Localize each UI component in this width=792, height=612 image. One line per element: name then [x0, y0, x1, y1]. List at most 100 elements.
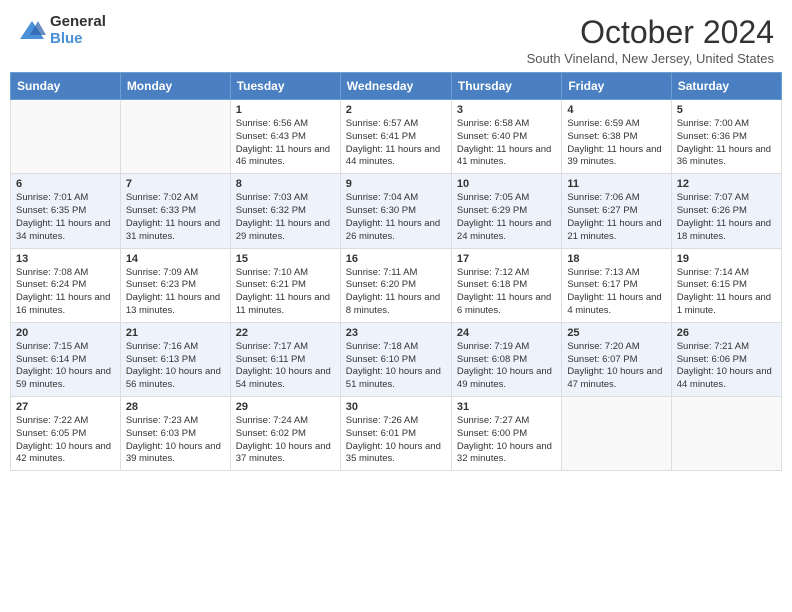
calendar-cell: 23 Sunrise: 7:18 AMSunset: 6:10 PMDayligh… [340, 322, 451, 396]
calendar-cell: 5Sunrise: 7:00 AMSunset: 6:36 PMDaylight… [671, 100, 781, 174]
day-number: 11 [567, 178, 665, 190]
day-number: 2 [346, 104, 446, 116]
day-number: 15 [236, 253, 335, 265]
weekday-header-thursday: Thursday [451, 73, 561, 100]
day-number: 3 [457, 104, 556, 116]
calendar-container: SundayMondayTuesdayWednesdayThursdayFrid… [0, 72, 792, 481]
day-number: 4 [567, 104, 665, 116]
day-number: 28 [126, 401, 225, 413]
weekday-header-monday: Monday [120, 73, 230, 100]
day-number: 22 [236, 327, 335, 339]
day-number: 30 [346, 401, 446, 413]
day-number: 10 [457, 178, 556, 190]
title-block: October 2024 South Vineland, New Jersey,… [527, 14, 774, 66]
logo-general: General [50, 14, 106, 31]
cell-info: Sunrise: 6:56 AMSunset: 6:43 PMDaylight:… [236, 118, 330, 167]
calendar-cell: 29 Sunrise: 7:24 AMSunset: 6:02 PMDayligh… [230, 397, 340, 471]
cell-info: Sunrise: 7:19 AMSunset: 6:08 PMDaylight:… [457, 341, 552, 390]
cell-info: Sunrise: 7:15 AMSunset: 6:14 PMDaylight:… [16, 341, 111, 390]
day-number: 23 [346, 327, 446, 339]
weekday-header-tuesday: Tuesday [230, 73, 340, 100]
day-number: 25 [567, 327, 665, 339]
calendar-cell: 1 Sunrise: 6:56 AMSunset: 6:43 PMDaylight… [230, 100, 340, 174]
cell-info: Sunrise: 7:00 AMSunset: 6:36 PMDaylight:… [677, 118, 771, 167]
cell-info: Sunrise: 7:11 AMSunset: 6:20 PMDaylight:… [346, 267, 440, 316]
day-number: 13 [16, 253, 115, 265]
day-number: 1 [236, 104, 335, 116]
week-row-2: 6Sunrise: 7:01 AMSunset: 6:35 PMDaylight… [11, 174, 782, 248]
calendar-cell: 12Sunrise: 7:07 AMSunset: 6:26 PMDayligh… [671, 174, 781, 248]
cell-info: Sunrise: 6:57 AMSunset: 6:41 PMDaylight:… [346, 118, 440, 167]
calendar-cell: 16 Sunrise: 7:11 AMSunset: 6:20 PMDayligh… [340, 248, 451, 322]
cell-info: Sunrise: 7:24 AMSunset: 6:02 PMDaylight:… [236, 415, 331, 464]
calendar-cell [120, 100, 230, 174]
day-number: 17 [457, 253, 556, 265]
day-number: 6 [16, 178, 115, 190]
day-number: 7 [126, 178, 225, 190]
calendar-cell: 8 Sunrise: 7:03 AMSunset: 6:32 PMDaylight… [230, 174, 340, 248]
cell-info: Sunrise: 7:10 AMSunset: 6:21 PMDaylight:… [236, 267, 330, 316]
week-row-4: 20Sunrise: 7:15 AMSunset: 6:14 PMDayligh… [11, 322, 782, 396]
weekday-header-row: SundayMondayTuesdayWednesdayThursdayFrid… [11, 73, 782, 100]
calendar-header: SundayMondayTuesdayWednesdayThursdayFrid… [11, 73, 782, 100]
day-number: 8 [236, 178, 335, 190]
day-number: 21 [126, 327, 225, 339]
day-number: 14 [126, 253, 225, 265]
cell-info: Sunrise: 7:07 AMSunset: 6:26 PMDaylight:… [677, 192, 771, 241]
weekday-header-wednesday: Wednesday [340, 73, 451, 100]
cell-info: Sunrise: 7:26 AMSunset: 6:01 PMDaylight:… [346, 415, 441, 464]
day-number: 29 [236, 401, 335, 413]
calendar-cell: 27Sunrise: 7:22 AMSunset: 6:05 PMDayligh… [11, 397, 121, 471]
cell-info: Sunrise: 7:17 AMSunset: 6:11 PMDaylight:… [236, 341, 331, 390]
calendar-cell: 6Sunrise: 7:01 AMSunset: 6:35 PMDaylight… [11, 174, 121, 248]
cell-info: Sunrise: 6:59 AMSunset: 6:38 PMDaylight:… [567, 118, 661, 167]
location: South Vineland, New Jersey, United State… [527, 51, 774, 66]
calendar-cell: 18 Sunrise: 7:13 AMSunset: 6:17 PMDayligh… [562, 248, 671, 322]
calendar-cell: 28Sunrise: 7:23 AMSunset: 6:03 PMDayligh… [120, 397, 230, 471]
calendar-cell: 31 Sunrise: 7:27 AMSunset: 6:00 PMDayligh… [451, 397, 561, 471]
cell-info: Sunrise: 7:12 AMSunset: 6:18 PMDaylight:… [457, 267, 551, 316]
week-row-3: 13Sunrise: 7:08 AMSunset: 6:24 PMDayligh… [11, 248, 782, 322]
calendar-cell: 13Sunrise: 7:08 AMSunset: 6:24 PMDayligh… [11, 248, 121, 322]
weekday-header-sunday: Sunday [11, 73, 121, 100]
day-number: 16 [346, 253, 446, 265]
cell-info: Sunrise: 7:21 AMSunset: 6:06 PMDaylight:… [677, 341, 772, 390]
cell-info: Sunrise: 7:27 AMSunset: 6:00 PMDaylight:… [457, 415, 552, 464]
logo: General Blue [18, 14, 106, 47]
calendar-cell: 26Sunrise: 7:21 AMSunset: 6:06 PMDayligh… [671, 322, 781, 396]
calendar-cell: 2 Sunrise: 6:57 AMSunset: 6:41 PMDaylight… [340, 100, 451, 174]
calendar-cell: 21 Sunrise: 7:16 AMSunset: 6:13 PMDayligh… [120, 322, 230, 396]
cell-info: Sunrise: 7:20 AMSunset: 6:07 PMDaylight:… [567, 341, 662, 390]
week-row-5: 27Sunrise: 7:22 AMSunset: 6:05 PMDayligh… [11, 397, 782, 471]
calendar-cell: 4 Sunrise: 6:59 AMSunset: 6:38 PMDaylight… [562, 100, 671, 174]
calendar-cell [11, 100, 121, 174]
cell-info: Sunrise: 7:06 AMSunset: 6:27 PMDaylight:… [567, 192, 661, 241]
calendar-cell: 9 Sunrise: 7:04 AMSunset: 6:30 PMDaylight… [340, 174, 451, 248]
day-number: 19 [677, 253, 776, 265]
calendar-cell: 14 Sunrise: 7:09 AMSunset: 6:23 PMDayligh… [120, 248, 230, 322]
cell-info: Sunrise: 7:03 AMSunset: 6:32 PMDaylight:… [236, 192, 330, 241]
day-number: 24 [457, 327, 556, 339]
calendar-cell [671, 397, 781, 471]
calendar-cell: 19Sunrise: 7:14 AMSunset: 6:15 PMDayligh… [671, 248, 781, 322]
calendar-cell: 24 Sunrise: 7:19 AMSunset: 6:08 PMDayligh… [451, 322, 561, 396]
day-number: 18 [567, 253, 665, 265]
calendar-cell: 3Sunrise: 6:58 AMSunset: 6:40 PMDaylight… [451, 100, 561, 174]
cell-info: Sunrise: 7:04 AMSunset: 6:30 PMDaylight:… [346, 192, 440, 241]
calendar-cell: 25 Sunrise: 7:20 AMSunset: 6:07 PMDayligh… [562, 322, 671, 396]
calendar-body: 1 Sunrise: 6:56 AMSunset: 6:43 PMDaylight… [11, 100, 782, 471]
cell-info: Sunrise: 7:02 AMSunset: 6:33 PMDaylight:… [126, 192, 220, 241]
weekday-header-saturday: Saturday [671, 73, 781, 100]
week-row-1: 1 Sunrise: 6:56 AMSunset: 6:43 PMDaylight… [11, 100, 782, 174]
cell-info: Sunrise: 7:05 AMSunset: 6:29 PMDaylight:… [457, 192, 551, 241]
calendar-table: SundayMondayTuesdayWednesdayThursdayFrid… [10, 72, 782, 471]
day-number: 9 [346, 178, 446, 190]
cell-info: Sunrise: 7:22 AMSunset: 6:05 PMDaylight:… [16, 415, 111, 464]
cell-info: Sunrise: 7:18 AMSunset: 6:10 PMDaylight:… [346, 341, 441, 390]
cell-info: Sunrise: 7:13 AMSunset: 6:17 PMDaylight:… [567, 267, 661, 316]
cell-info: Sunrise: 7:16 AMSunset: 6:13 PMDaylight:… [126, 341, 221, 390]
cell-info: Sunrise: 7:09 AMSunset: 6:23 PMDaylight:… [126, 267, 220, 316]
calendar-cell: 15 Sunrise: 7:10 AMSunset: 6:21 PMDayligh… [230, 248, 340, 322]
day-number: 31 [457, 401, 556, 413]
logo-icon [18, 17, 46, 45]
